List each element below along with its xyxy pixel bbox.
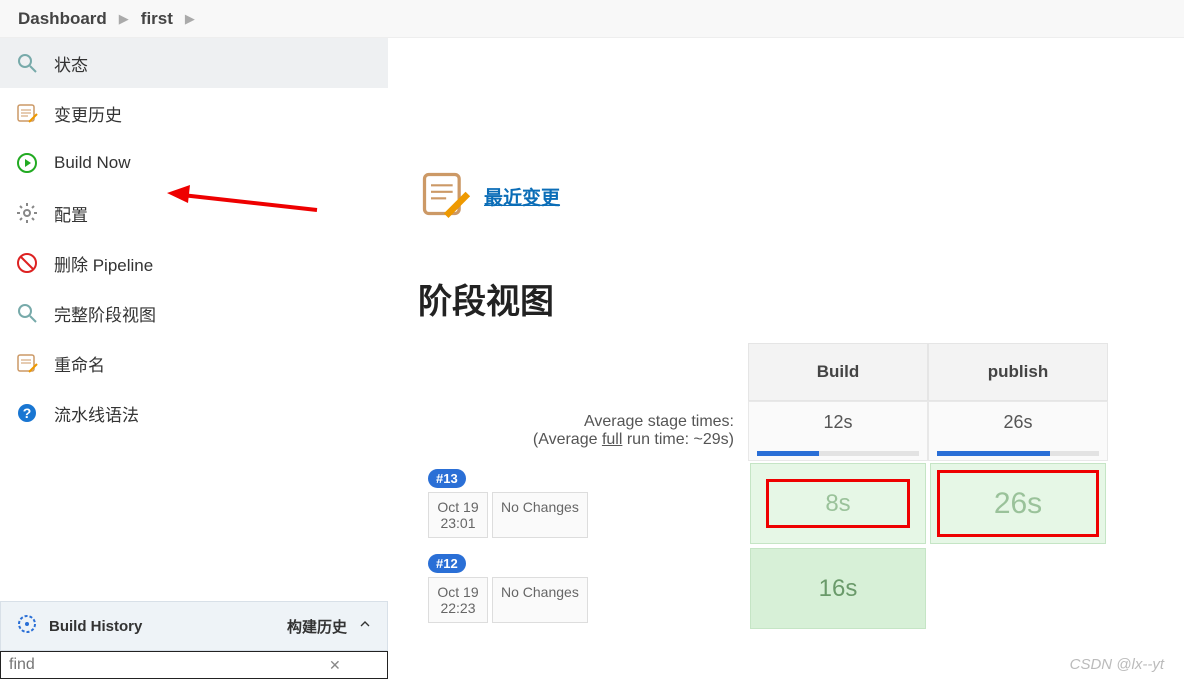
stage-col-build: Build [748,343,928,401]
build-changes: No Changes [492,492,588,538]
notepad-large-icon [418,168,470,224]
clear-icon[interactable]: ✕ [329,657,341,674]
history-icon [15,612,39,640]
build-history-title: Build History [49,618,142,635]
sidebar-item-label: 状态 [54,51,88,76]
avg-labels: Average stage times: (Average full run t… [418,401,748,461]
breadcrumb: Dashboard ▶ first ▶ [0,0,1184,38]
sidebar-item-label: 变更历史 [54,101,122,126]
sidebar-item-label: 重命名 [54,351,105,376]
breadcrumb-sep: ▶ [115,11,133,27]
svg-text:?: ? [23,405,32,421]
sidebar-item-label: 流水线语法 [54,401,139,426]
sidebar-item-build-now[interactable]: Build Now [0,138,388,188]
sidebar-item-changes[interactable]: 变更历史 [0,88,388,138]
sidebar-item-rename[interactable]: 重命名 [0,338,388,388]
stage-cell-build[interactable]: 16s [750,548,926,629]
build-date: Oct 19 22:23 [428,577,488,623]
gear-icon [14,200,40,226]
avg-publish: 26s [928,401,1108,461]
search-icon [14,50,40,76]
stage-col-publish: publish [928,343,1108,401]
build-chip: #12 [428,554,466,573]
delete-icon [14,250,40,276]
sidebar-item-status[interactable]: 状态 [0,38,388,88]
sidebar-item-full-stage-view[interactable]: 完整阶段视图 [0,288,388,338]
notepad-icon [14,100,40,126]
highlight-box [937,470,1099,537]
build-history-filter[interactable]: ✕ [0,651,388,679]
stage-cell-publish[interactable]: 26s [930,463,1106,544]
sidebar-item-configure[interactable]: 配置 [0,188,388,238]
clock-play-icon [14,150,40,176]
notepad-icon [14,350,40,376]
stage-cell-build[interactable]: 8s [750,463,926,544]
sidebar-item-pipeline-syntax[interactable]: ? 流水线语法 [0,388,388,438]
breadcrumb-root[interactable]: Dashboard [10,9,115,29]
search-icon [14,300,40,326]
filter-input[interactable] [9,656,329,674]
breadcrumb-sep: ▶ [181,11,199,27]
breadcrumb-job[interactable]: first [133,9,181,29]
sidebar-item-label: Build Now [54,153,131,173]
build-history-cn: 构建历史 [287,616,347,637]
sidebar-item-label: 删除 Pipeline [54,251,153,276]
build-changes: No Changes [492,577,588,623]
build-chip: #13 [428,469,466,488]
stage-cell-publish[interactable] [930,548,1106,629]
sidebar: 状态 变更历史 Build Now 配置 删除 Pipeline [0,38,388,679]
sidebar-item-label: 配置 [54,201,88,226]
build-row-meta[interactable]: #12 Oct 19 22:23 No Changes [418,546,748,631]
sidebar-item-delete-pipeline[interactable]: 删除 Pipeline [0,238,388,288]
highlight-box [766,479,910,528]
stage-table: Build publish Average stage times: (Aver… [418,343,1184,631]
build-date: Oct 19 23:01 [428,492,488,538]
watermark: CSDN @lx--yt [1070,656,1164,673]
recent-changes-link[interactable]: 最近变更 [484,183,560,210]
help-icon: ? [14,400,40,426]
main-panel: 最近变更 阶段视图 Build publish Average stage ti… [388,38,1184,679]
sidebar-item-label: 完整阶段视图 [54,301,156,326]
avg-build: 12s [748,401,928,461]
build-row-meta[interactable]: #13 Oct 19 23:01 No Changes [418,461,748,546]
stage-view-title: 阶段视图 [418,274,1184,323]
chevron-up-icon [357,616,373,636]
build-history-header[interactable]: Build History 构建历史 [0,601,388,651]
